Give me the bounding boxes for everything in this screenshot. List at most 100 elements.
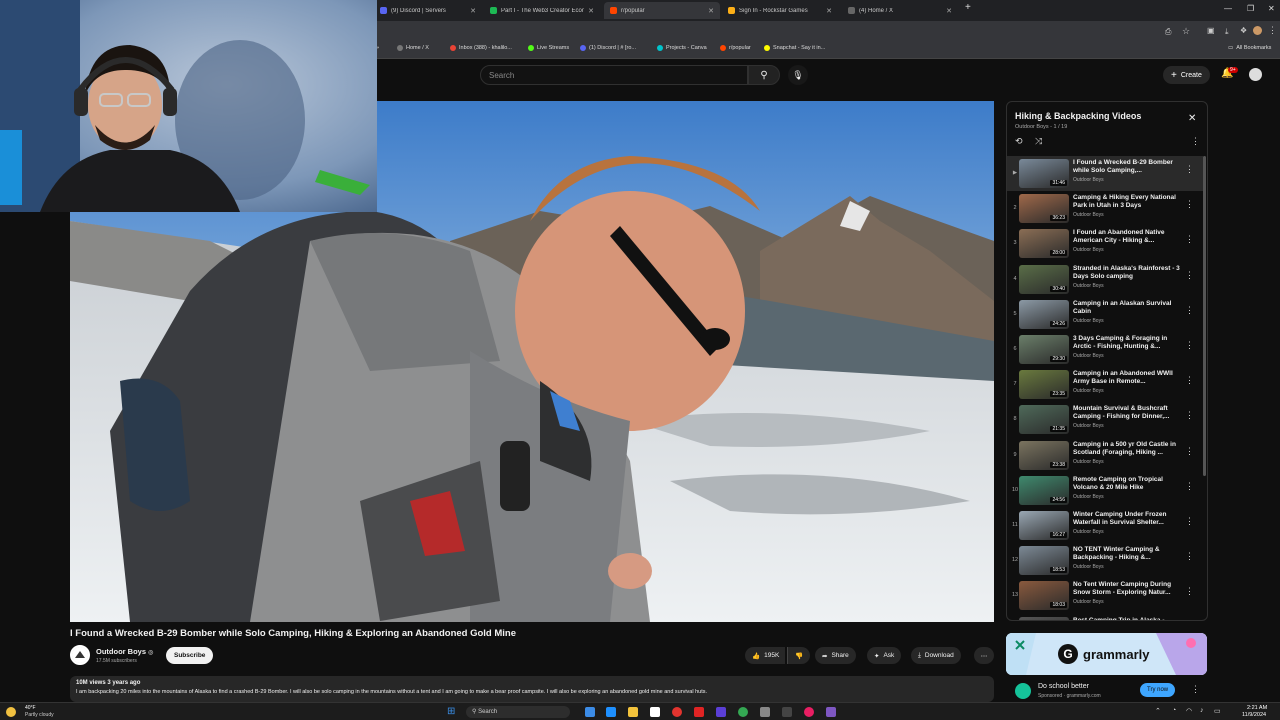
cast-icon[interactable]: ⎙ (1165, 27, 1171, 37)
search-input[interactable]: Search (480, 65, 748, 85)
browser-icon[interactable] (606, 707, 616, 717)
bookmark-item[interactable]: Live Streams (528, 45, 569, 51)
dislike-button[interactable]: 👎 (787, 647, 811, 664)
bookmark-item[interactable]: Projects - Canva (657, 45, 707, 51)
wifi-icon[interactable]: ◠ (1186, 707, 1192, 715)
app-icon[interactable] (804, 707, 814, 717)
menu-icon[interactable]: ⋮ (1268, 25, 1277, 36)
scrollbar[interactable] (1203, 156, 1206, 476)
browser-tab[interactable]: Sign In - Rockstar Games ✕ (722, 2, 838, 19)
loop-icon[interactable]: ⟲ (1015, 136, 1023, 147)
battery-icon[interactable]: ▭ (1214, 707, 1221, 715)
new-tab-button[interactable]: + (965, 2, 971, 13)
playlist-item[interactable]: 6 29:30 3 Days Camping & Foraging in Arcti… (1007, 332, 1203, 367)
like-button[interactable]: 👍 195K (745, 647, 786, 664)
bookmark-item[interactable]: (1) Discord | # [ro... (580, 45, 636, 51)
close-icon[interactable]: ✕ (1188, 113, 1196, 124)
download-button[interactable]: ⤓ Download (911, 647, 961, 664)
maximize-icon[interactable]: ❐ (1247, 4, 1254, 13)
app-icon[interactable] (694, 707, 704, 717)
playlist-item[interactable]: 14Best Camping Trip in Alaska - (1007, 614, 1203, 620)
playlist-item[interactable]: 12 18:53 NO TENT Winter Camping & Backpack… (1007, 543, 1203, 578)
more-options-icon[interactable]: ⋮ (1185, 305, 1194, 316)
playlist-item[interactable]: 10 24:56 Remote Camping on Tropical Volcan… (1007, 473, 1203, 508)
close-window-icon[interactable]: ✕ (1268, 4, 1275, 13)
ad-sponsor: Sponsored · grammarly.com (1038, 693, 1101, 699)
subscribe-button[interactable]: Subscribe (166, 647, 214, 664)
browser-tab-active[interactable]: r/popular ✕ (604, 2, 720, 19)
store-icon[interactable] (650, 707, 660, 717)
app-icon[interactable] (672, 707, 682, 717)
playlist-item[interactable]: 3 28:00 I Found an Abandoned Native Americ… (1007, 226, 1203, 261)
close-icon[interactable]: ✕ (588, 7, 594, 15)
more-options-icon[interactable]: ⋮ (1185, 516, 1194, 527)
close-icon[interactable]: ✕ (826, 7, 832, 15)
ask-button[interactable]: ✦ Ask (867, 647, 902, 664)
bookmark-item[interactable]: Inbox (388) - khalilo... (450, 45, 512, 51)
taskbar-search[interactable]: ⚲ Search (466, 706, 570, 718)
file-explorer-icon[interactable] (628, 707, 638, 717)
close-icon[interactable]: ✕ (708, 7, 714, 15)
description-box[interactable]: 10M views 3 years ago I am backpacking 2… (70, 676, 994, 702)
tray-icon[interactable]: ◔ (1172, 707, 1176, 714)
channel-avatar[interactable] (70, 645, 90, 665)
chevron-up-icon[interactable]: ⌃ (1155, 707, 1161, 715)
close-icon[interactable]: ✕ (470, 7, 476, 15)
browser-tab[interactable]: (9) Discord | Servers ✕ (374, 2, 482, 19)
profile-avatar[interactable] (1253, 26, 1262, 35)
more-options-icon[interactable]: ⋮ (1191, 136, 1200, 147)
playlist-item[interactable]: 5 24:26 Camping in an Alaskan Survival Cab… (1007, 297, 1203, 332)
ad-banner[interactable]: G grammarly (1006, 633, 1207, 675)
shuffle-icon[interactable]: ⤨ (1035, 136, 1042, 147)
playlist-item[interactable]: 9 23:38 Camping in a 500 yr Old Castle in … (1007, 438, 1203, 473)
playlist-item[interactable]: 2 36:23 Camping & Hiking Every National Pa… (1007, 191, 1203, 226)
more-options-icon[interactable]: ⋮ (1185, 270, 1194, 281)
download-icon[interactable]: ⤓ (1225, 27, 1229, 37)
ad-more-icon[interactable]: ⋮ (1191, 684, 1200, 695)
bookmark-item[interactable]: r/popular (720, 45, 751, 51)
close-icon[interactable]: ✕ (946, 7, 952, 15)
settings-icon[interactable] (760, 707, 770, 717)
more-options-icon[interactable]: ⋮ (1185, 551, 1194, 562)
playlist-item[interactable]: 13 18:03 No Tent Winter Camping During Sno… (1007, 578, 1203, 613)
more-options-icon[interactable]: ⋮ (1185, 340, 1194, 351)
app-icon[interactable] (826, 707, 836, 717)
windows-start-icon[interactable]: ⊞ (447, 706, 455, 717)
browser-tab[interactable]: (4) Home / X ✕ (842, 2, 958, 19)
channel-name-text: Outdoor Boys (96, 647, 146, 656)
sidepanel-icon[interactable]: ▣ (1207, 26, 1215, 35)
speaker-icon[interactable]: ♪ (1200, 707, 1204, 714)
more-actions-button[interactable]: ⋯ (974, 647, 994, 664)
extensions-icon[interactable]: ❖ (1240, 26, 1247, 35)
more-options-icon[interactable]: ⋮ (1185, 375, 1194, 386)
playlist-item[interactable]: 11 16:27 Winter Camping Under Frozen Water… (1007, 508, 1203, 543)
playlist-item[interactable]: 7 23:35 Camping in an Abandoned WWII Army … (1007, 367, 1203, 402)
chrome-icon[interactable] (738, 707, 748, 717)
more-options-icon[interactable]: ⋮ (1185, 164, 1194, 175)
more-options-icon[interactable]: ⋮ (1185, 586, 1194, 597)
all-bookmarks[interactable]: ▭ All Bookmarks (1228, 45, 1271, 51)
playlist-item[interactable]: 4 30:40 Stranded in Alaska's Rainforest - … (1007, 262, 1203, 297)
playlist-item[interactable]: 8 21:35 Mountain Survival & Bushcraft Camp… (1007, 402, 1203, 437)
browser-tab[interactable]: Part I - The Web3 Creator Econ ✕ (484, 2, 600, 19)
app-icon[interactable] (716, 707, 726, 717)
try-now-button[interactable]: Try now (1140, 683, 1176, 697)
channel-name[interactable]: Outdoor Boys ◎ (96, 647, 153, 656)
voice-search-button[interactable]: 🎙 (788, 65, 808, 85)
search-button[interactable]: ⚲ (748, 65, 780, 85)
star-icon[interactable]: ☆ (1182, 26, 1190, 37)
bookmark-item[interactable]: Snapchat - Say it in... (764, 45, 825, 51)
bookmark-item[interactable]: Home / X (397, 45, 429, 51)
account-avatar[interactable] (1249, 68, 1262, 81)
playlist-item-current[interactable]: ▶ 31:46 I Found a Wrecked B-29 Bomber whil… (1007, 156, 1203, 191)
more-options-icon[interactable]: ⋮ (1185, 410, 1194, 421)
app-icon[interactable] (782, 707, 792, 717)
more-options-icon[interactable]: ⋮ (1185, 446, 1194, 457)
more-options-icon[interactable]: ⋮ (1185, 199, 1194, 210)
more-options-icon[interactable]: ⋮ (1185, 234, 1194, 245)
minimize-icon[interactable]: — (1224, 4, 1232, 13)
more-options-icon[interactable]: ⋮ (1185, 481, 1194, 492)
create-button[interactable]: + Create (1163, 66, 1210, 84)
edge-icon[interactable] (585, 707, 595, 717)
share-button[interactable]: ➦ Share (815, 647, 856, 664)
